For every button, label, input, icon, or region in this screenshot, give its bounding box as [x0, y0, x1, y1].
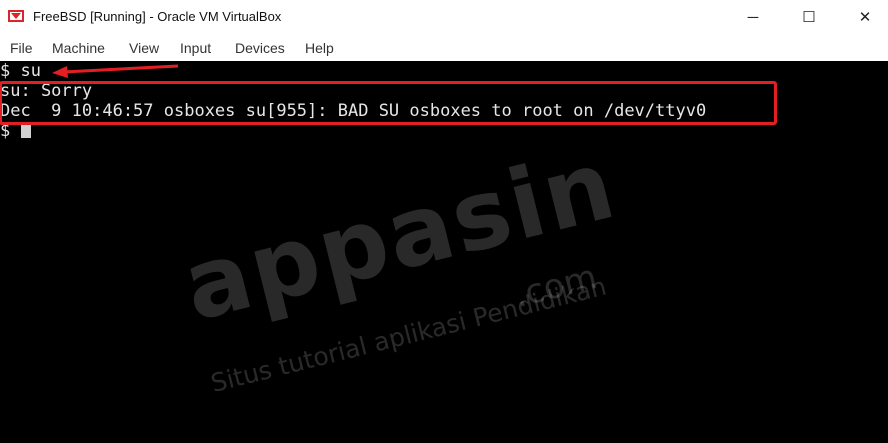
maximize-icon[interactable]: ☐ [786, 0, 832, 34]
menu-help[interactable]: Help [305, 40, 334, 56]
vm-console[interactable]: appasin .com Situs tutorial aplikasi Pen… [0, 61, 888, 443]
close-icon[interactable]: ✕ [842, 0, 888, 34]
menu-devices[interactable]: Devices [235, 40, 285, 56]
menu-input[interactable]: Input [180, 40, 211, 56]
window-titlebar: FreeBSD [Running] - Oracle VM VirtualBox… [0, 0, 888, 34]
arrow-icon [52, 64, 179, 78]
watermark: appasin .com Situs tutorial aplikasi Pen… [170, 128, 670, 421]
virtualbox-icon [8, 8, 24, 24]
watermark-brand: appasin [172, 128, 627, 343]
menu-file[interactable]: File [10, 40, 33, 56]
watermark-tagline: Situs tutorial aplikasi Pendidikan [207, 271, 610, 398]
menu-machine[interactable]: Machine [52, 40, 105, 56]
menu-bar: File Machine View Input Devices Help [0, 34, 888, 61]
minimize-icon[interactable]: ─ [730, 0, 776, 34]
watermark-domain: .com [510, 257, 601, 316]
menu-view[interactable]: View [129, 40, 159, 56]
window-title: FreeBSD [Running] - Oracle VM VirtualBox [33, 9, 282, 24]
